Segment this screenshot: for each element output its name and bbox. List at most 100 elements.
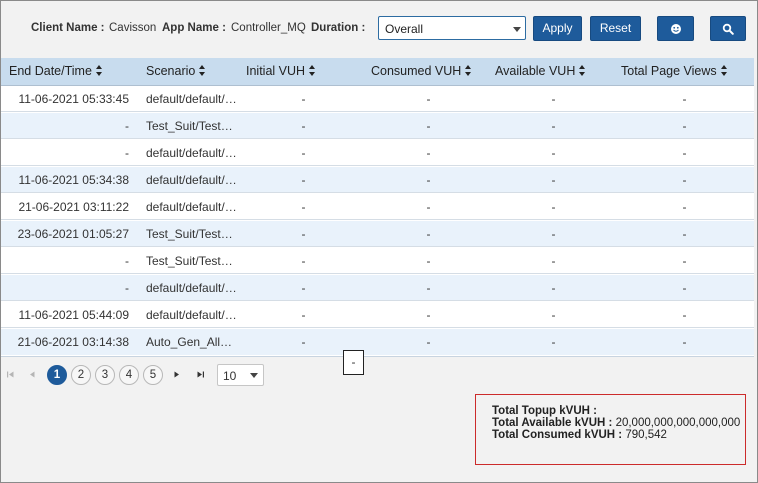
app-name-value: Controller_MQ	[231, 22, 306, 34]
cell-initial-vuh: -	[301, 92, 306, 106]
client-name-label: Client Name :	[31, 22, 105, 34]
cell-available-vuh: -	[551, 227, 556, 241]
table-row[interactable]: 21-06-2021 03:11:22 default/default/… - …	[1, 194, 754, 220]
cell-available-vuh: -	[551, 254, 556, 268]
smiley-button[interactable]	[657, 16, 694, 41]
col-header-label: Consumed VUH	[371, 64, 462, 78]
cell-consumed-vuh: -	[426, 200, 431, 214]
page-button-3[interactable]: 3	[95, 365, 115, 385]
summary-consumed-value: 790,542	[625, 429, 667, 441]
duration-select[interactable]: Overall	[378, 16, 526, 40]
duration-label: Duration :	[311, 22, 366, 34]
cell-total-page-views: -	[682, 308, 687, 322]
search-icon	[722, 23, 734, 35]
cell-available-vuh: -	[551, 173, 556, 187]
chevron-down-icon	[250, 373, 258, 378]
last-page-icon[interactable]	[196, 370, 205, 379]
col-header-total-page-views[interactable]: Total Page Views	[621, 64, 728, 78]
cell-available-vuh: -	[551, 92, 556, 106]
cell-scenario: default/default/…	[146, 173, 237, 187]
apply-button[interactable]: Apply	[533, 16, 582, 41]
sort-icon	[720, 65, 728, 76]
col-header-scenario[interactable]: Scenario	[146, 64, 206, 78]
prev-page-icon[interactable]	[28, 370, 37, 379]
sort-icon	[465, 65, 472, 76]
cell-consumed-vuh: -	[426, 119, 431, 133]
cell-scenario: default/default/…	[146, 200, 237, 214]
reset-button[interactable]: Reset	[590, 16, 641, 41]
col-header-label: End Date/Time	[9, 64, 92, 78]
table-row[interactable]: 23-06-2021 01:05:27 Test_Suit/Test… - - …	[1, 221, 754, 247]
cell-total-page-views: -	[682, 146, 687, 160]
table-row[interactable]: - default/default/… - - - -	[1, 275, 754, 301]
table-row[interactable]: 21-06-2021 03:14:38 Auto_Gen_All… - - - …	[1, 329, 754, 355]
col-header-label: Initial VUH	[246, 64, 306, 78]
cell-initial-vuh: -	[301, 281, 306, 295]
cell-consumed-vuh: -	[426, 281, 431, 295]
col-header-initial-vuh[interactable]: Initial VUH	[246, 64, 316, 78]
cell-end-date: 21-06-2021 03:11:22	[18, 200, 129, 214]
page-button-5[interactable]: 5	[143, 365, 163, 385]
col-header-label: Available VUH	[495, 64, 576, 78]
cell-scenario: default/default/…	[146, 146, 237, 160]
cell-scenario: default/default/…	[146, 281, 237, 295]
usage-table: End Date/Time Scenario Initial VUH Consu…	[1, 58, 754, 357]
search-button[interactable]	[710, 16, 746, 41]
table-row[interactable]: - default/default/… - - - -	[1, 140, 754, 166]
table-row[interactable]: 11-06-2021 05:33:45 default/default/… - …	[1, 86, 754, 112]
summary-available-label: Total Available kVUH :	[492, 417, 613, 429]
kvuh-summary-box: Total Topup kVUH : Total Available kVUH …	[475, 394, 746, 465]
cell-scenario: Auto_Gen_All…	[146, 335, 233, 349]
cell-consumed-vuh: -	[426, 92, 431, 106]
table-row[interactable]: - Test_Suit/Test… - - - -	[1, 113, 754, 139]
summary-available-value: 20,000,000,000,000,000	[615, 417, 741, 429]
table-row[interactable]: 11-06-2021 05:44:09 default/default/… - …	[1, 302, 754, 328]
cell-initial-vuh: -	[301, 200, 306, 214]
cell-scenario: Test_Suit/Test…	[146, 227, 233, 241]
table-row[interactable]: 11-06-2021 05:34:38 default/default/… - …	[1, 167, 754, 193]
sort-icon	[309, 65, 316, 76]
cell-available-vuh: -	[551, 119, 556, 133]
duration-select-value: Overall	[385, 22, 424, 36]
cell-scenario: Test_Suit/Test…	[146, 254, 233, 268]
cell-total-page-views: -	[682, 119, 687, 133]
cell-total-page-views: -	[682, 227, 687, 241]
cell-end-date: -	[125, 146, 129, 160]
summary-topup-label: Total Topup kVUH :	[492, 405, 597, 417]
col-header-label: Total Page Views	[621, 64, 717, 78]
cell-available-vuh: -	[551, 200, 556, 214]
summary-consumed: Total Consumed kVUH : 790,542	[492, 429, 667, 441]
filter-bar: Client Name : Cavisson App Name : Contro…	[1, 1, 757, 57]
col-header-consumed-vuh[interactable]: Consumed VUH	[371, 64, 472, 78]
smiley-icon	[670, 23, 681, 34]
app-frame: Client Name : Cavisson App Name : Contro…	[0, 0, 758, 483]
cell-scenario: default/default/…	[146, 92, 237, 106]
cell-total-page-views: -	[682, 254, 687, 268]
page-button-1[interactable]: 1	[47, 365, 67, 385]
cell-total-page-views: -	[682, 335, 687, 349]
cell-end-date: 21-06-2021 03:14:38	[17, 335, 129, 349]
cell-initial-vuh: -	[301, 335, 306, 349]
first-page-icon[interactable]	[6, 370, 15, 379]
client-name-value: Cavisson	[109, 22, 157, 34]
cell-initial-vuh: -	[301, 308, 306, 322]
page-button-4[interactable]: 4	[119, 365, 139, 385]
page-size-value: 10	[223, 369, 237, 383]
cell-available-vuh: -	[551, 281, 556, 295]
cell-end-date: 11-06-2021 05:44:09	[18, 308, 129, 322]
sort-icon	[95, 65, 103, 76]
cell-initial-vuh: -	[301, 227, 306, 241]
page-size-select[interactable]: 10	[217, 364, 264, 386]
cell-scenario: Test_Suit/Test…	[146, 119, 233, 133]
cell-consumed-vuh: -	[426, 254, 431, 268]
cell-consumed-vuh: -	[426, 227, 431, 241]
col-header-end-date[interactable]: End Date/Time	[9, 64, 103, 78]
next-page-icon[interactable]	[172, 370, 181, 379]
col-header-available-vuh[interactable]: Available VUH	[495, 64, 586, 78]
summary-available: Total Available kVUH : 20,000,000,000,00…	[492, 417, 740, 429]
cell-total-page-views: -	[682, 200, 687, 214]
page-button-2[interactable]: 2	[71, 365, 91, 385]
cell-consumed-vuh: -	[426, 335, 431, 349]
cell-available-vuh: -	[551, 146, 556, 160]
table-row[interactable]: - Test_Suit/Test… - - - -	[1, 248, 754, 274]
